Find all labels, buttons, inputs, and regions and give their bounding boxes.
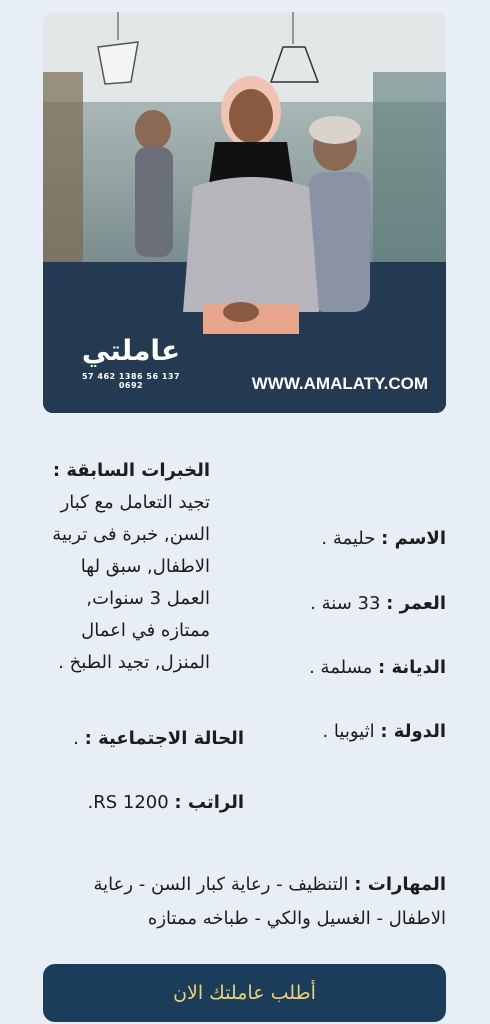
request-worker-button[interactable]: أطلب عاملتك الان [43, 964, 446, 1022]
age-label: العمر : [386, 593, 446, 614]
worker-photo: عاملتي 57 462 1386 56 137 0692 WWW.AMALA… [43, 12, 446, 413]
religion-label: الديانة : [378, 657, 446, 678]
skills-section: المهارات : التنظيف - رعاية كبار السن - ر… [36, 868, 446, 936]
salary-label: الراتب : [174, 792, 244, 813]
marital-status-value: . [73, 728, 79, 749]
name-value: حليمة . [321, 528, 376, 549]
experience-title: الخبرات السابقة : [52, 460, 210, 481]
logo-phone-numbers: 57 462 1386 56 137 0692 [81, 372, 181, 390]
age-value: 33 سنة . [310, 593, 381, 614]
marital-status-field: الحالة الاجتماعية : . [73, 725, 244, 753]
experience-section: الخبرات السابقة : تجيد التعامل مع كبار ا… [35, 455, 210, 679]
logo-text: عاملتي [81, 334, 181, 367]
age-field: العمر : 33 سنة . [310, 590, 446, 618]
country-value: اثيوبيا . [322, 721, 375, 742]
marital-status-label: الحالة الاجتماعية : [84, 728, 244, 749]
experience-body: تجيد التعامل مع كبار السن, خبرة فى تربية… [52, 492, 210, 673]
religion-field: الديانة : مسلمة . [309, 654, 446, 682]
salary-value: RS 1200. [87, 792, 169, 813]
country-field: الدولة : اثيوبيا . [322, 718, 446, 746]
website-url: WWW.AMALATY.COM [251, 374, 428, 393]
religion-value: مسلمة . [309, 657, 373, 678]
brand-logo: عاملتي 57 462 1386 56 137 0692 [71, 330, 191, 390]
name-label: الاسم : [381, 528, 446, 549]
country-label: الدولة : [380, 721, 446, 742]
name-field: الاسم : حليمة . [321, 525, 446, 553]
skills-label: المهارات : [354, 874, 446, 895]
salary-field: الراتب : RS 1200. [87, 789, 244, 817]
